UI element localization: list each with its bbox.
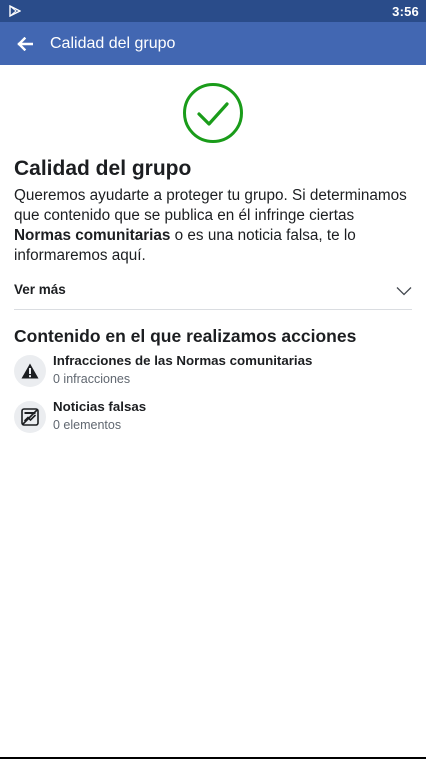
false-news-icon	[21, 408, 39, 426]
see-more-label: Ver más	[14, 282, 66, 297]
action-label: Infracciones de las Normas comunitarias	[53, 353, 313, 368]
back-button[interactable]	[0, 22, 50, 65]
play-store-icon	[9, 5, 21, 17]
description-text: Queremos ayudarte a proteger tu grupo. S…	[14, 186, 414, 266]
description-part1: Queremos ayudarte a proteger tu grupo. S…	[14, 187, 407, 224]
see-more-toggle[interactable]: Ver más	[14, 280, 412, 310]
group-quality-content: Calidad del grupo Queremos ayudarte a pr…	[0, 65, 426, 433]
action-item-false-news[interactable]: Noticias falsas 0 elementos	[14, 399, 412, 439]
chevron-down-icon	[396, 287, 412, 296]
action-label: Noticias falsas	[53, 399, 147, 414]
app-bar-title: Calidad del grupo	[50, 34, 176, 52]
action-icon-wrap	[14, 355, 46, 387]
action-item-community-standards[interactable]: Infracciones de las Normas comunitarias …	[14, 353, 412, 393]
community-standards-link: Normas comunitarias	[14, 227, 171, 244]
page-title: Calidad del grupo	[14, 157, 192, 180]
app-bar: Calidad del grupo	[0, 22, 426, 65]
status-time: 3:56	[392, 3, 419, 19]
action-text: Noticias falsas 0 elementos	[53, 399, 146, 433]
action-icon-wrap	[14, 401, 46, 433]
checkmark-circle-icon	[183, 83, 243, 143]
warning-icon	[21, 363, 39, 379]
status-bar: 3:56	[0, 0, 426, 22]
success-badge	[0, 65, 426, 144]
action-count: 0 elementos	[53, 418, 122, 432]
status-left	[9, 5, 21, 17]
actions-section-title: Contenido en el que realizamos acciones	[14, 326, 357, 346]
action-count: 0 infracciones	[53, 372, 131, 386]
action-text: Infracciones de las Normas comunitarias …	[53, 353, 312, 387]
arrow-left-icon	[17, 36, 33, 51]
